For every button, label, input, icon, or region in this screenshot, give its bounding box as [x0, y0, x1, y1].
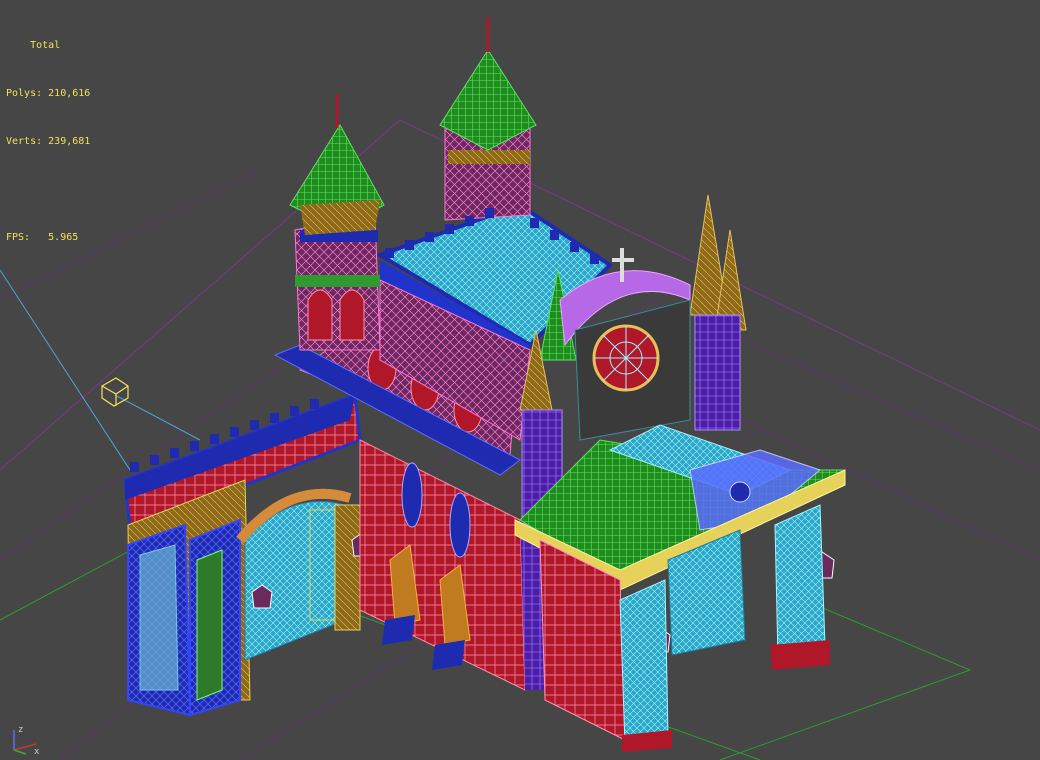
light-helper-icon[interactable] [101, 377, 129, 407]
left-tower [289, 94, 385, 351]
axis-z-label: z [18, 725, 23, 735]
axis-gizmo-icon: z x [13, 725, 40, 756]
verts-label: Verts: [6, 136, 43, 147]
polys-value: 210,616 [48, 88, 91, 99]
fps-row: FPS: 5.965 [6, 230, 90, 246]
polys-row: Polys: 210,616 [6, 86, 90, 102]
fps-value: 5.965 [48, 232, 79, 243]
right-tower [439, 17, 537, 221]
stats-heading: Total [30, 40, 61, 51]
left-gate-wall [123, 392, 362, 717]
viewport-statistics: Total Polys: 210,616 Verts: 239,681 FPS:… [6, 6, 90, 278]
axis-x-label: x [34, 747, 40, 756]
3d-viewport[interactable]: Total Polys: 210,616 Verts: 239,681 FPS:… [0, 0, 1040, 760]
right-wing [514, 424, 846, 752]
verts-value: 239,681 [48, 136, 91, 147]
polys-label: Polys: [6, 88, 43, 99]
verts-row: Verts: 239,681 [6, 134, 90, 150]
castle-wireframe-scene[interactable] [0, 0, 1040, 760]
fps-label: FPS: [6, 232, 31, 243]
